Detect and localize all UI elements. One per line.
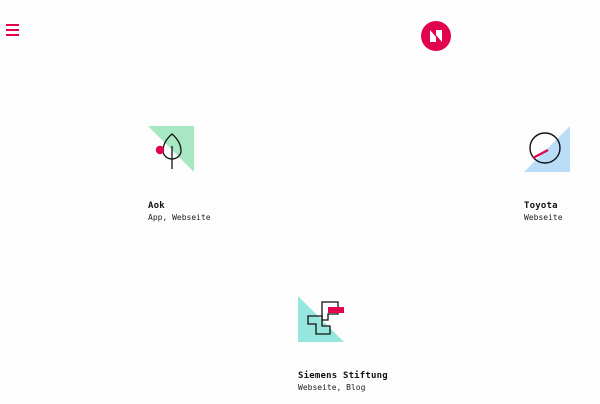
menu-bar [6,24,19,26]
project-title: Siemens Stiftung [298,371,388,381]
project-card-siemens-stiftung[interactable]: Siemens Stiftung Webseite, Blog [298,296,448,393]
hamburger-menu-icon[interactable] [6,24,20,36]
menu-bar [6,29,19,31]
logo-glyph [430,30,442,42]
project-title: Aok [148,201,165,211]
project-tags: Webseite [524,213,563,222]
interlocking-shapes-icon [298,296,344,342]
project-tags: Webseite, Blog [298,383,366,392]
tree-icon [148,126,194,172]
project-tags: App, Webseite [148,213,211,222]
project-card-toyota[interactable]: Toyota Webseite [524,126,594,223]
project-card-aok[interactable]: Aok App, Webseite [148,126,298,223]
project-title: Toyota [524,201,558,211]
page: Aok App, Webseite Toyota Webseite Siemen… [0,0,600,404]
n-logo-icon[interactable] [421,21,451,51]
menu-bar [6,34,19,36]
speedometer-icon [524,126,570,172]
